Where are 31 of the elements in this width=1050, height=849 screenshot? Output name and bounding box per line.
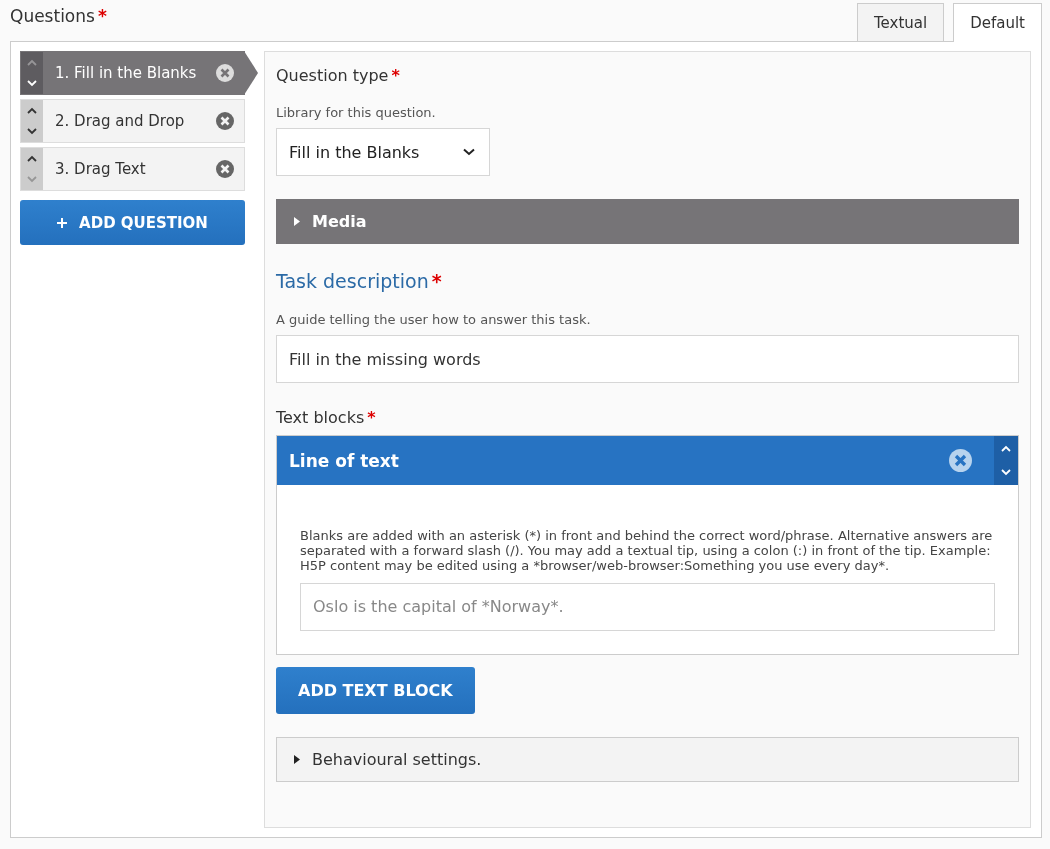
- text-line-field[interactable]: Oslo is the capital of *Norway*.: [300, 582, 995, 631]
- add-question-button[interactable]: ADD QUESTION: [20, 200, 245, 245]
- tab[interactable]: Default: [953, 3, 1042, 42]
- move-up-icon[interactable]: [27, 107, 37, 114]
- plus-icon: [57, 217, 68, 228]
- remove-icon[interactable]: [216, 112, 234, 130]
- question-item[interactable]: 2. Drag and Drop: [20, 99, 245, 143]
- field-description: A guide telling the user how to answer this task.: [276, 312, 592, 327]
- field-label: Task description*: [276, 270, 443, 292]
- behavioural-settings-header[interactable]: Behavioural settings.: [276, 736, 1019, 782]
- task-description-field[interactable]: Fill in the missing words: [276, 335, 1019, 383]
- remove-icon[interactable]: [216, 160, 234, 178]
- text-block-header[interactable]: Line of text: [277, 436, 1018, 485]
- move-up-icon[interactable]: [27, 155, 37, 162]
- remove-icon[interactable]: [216, 64, 234, 82]
- add-text-block-button[interactable]: ADD TEXT BLOCK: [276, 666, 475, 714]
- move-down-icon[interactable]: [27, 128, 37, 135]
- question-type-select[interactable]: Fill in the Blanks: [276, 128, 490, 176]
- expand-caret-icon: [294, 217, 300, 226]
- text-block-title: Line of text: [288, 450, 400, 471]
- field-label: Question type *: [276, 66, 401, 85]
- field-label: Text blocks *: [276, 408, 377, 427]
- expand-caret-icon: [294, 754, 300, 764]
- question-item[interactable]: 3. Drag Text: [20, 147, 245, 191]
- tab[interactable]: Textual: [857, 3, 945, 41]
- help-text: Blanks are added with an asterisk (*) in front and behind the correct word/phrase. Alternative answers are separated with a forward slash (/). You may add a textual tip, using a colon (:) in front of the tip. Example: H5P content may be edited using a *browser/web-browser:Something you use every day*.: [300, 529, 994, 574]
- remove-icon[interactable]: [949, 449, 972, 472]
- media-section-header[interactable]: Media: [276, 199, 1019, 244]
- chevron-down-icon: [463, 148, 475, 156]
- questions-heading: Questions *: [10, 5, 107, 26]
- field-description: Library for this question.: [276, 105, 437, 120]
